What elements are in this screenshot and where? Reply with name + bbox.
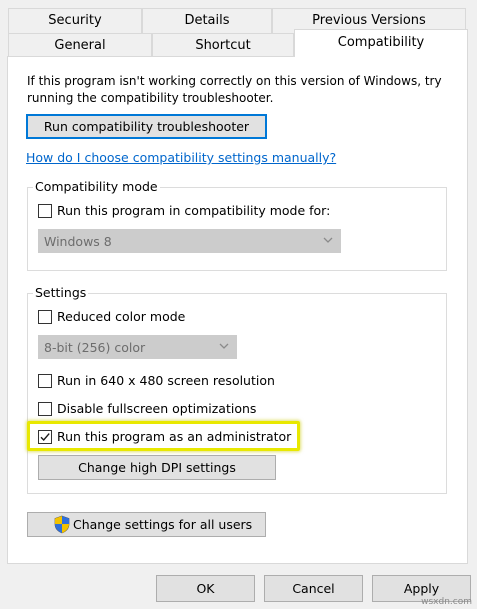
admin-label: Run this program as an administrator bbox=[57, 429, 292, 444]
reduced-color-label: Reduced color mode bbox=[57, 309, 186, 324]
tab-details[interactable]: Details bbox=[142, 8, 272, 33]
compatibility-mode-legend: Compatibility mode bbox=[33, 179, 160, 194]
tab-security[interactable]: Security bbox=[8, 8, 142, 33]
tab-previous-versions-label: Previous Versions bbox=[312, 13, 426, 28]
run-troubleshooter-button[interactable]: Run compatibility troubleshooter bbox=[26, 114, 267, 139]
settings-legend: Settings bbox=[33, 285, 89, 300]
compatibility-panel: If this program isn't working correctly … bbox=[7, 56, 468, 564]
change-dpi-button[interactable]: Change high DPI settings bbox=[38, 455, 276, 480]
tab-compatibility-label: Compatibility bbox=[337, 35, 425, 50]
change-all-users-button[interactable]: Change settings for all users bbox=[27, 512, 266, 537]
check-mark-icon bbox=[40, 433, 50, 442]
fullscreen-checkbox[interactable] bbox=[38, 402, 52, 416]
change-all-users-label: Change settings for all users bbox=[73, 517, 253, 532]
compat-mode-select[interactable]: Windows 8 bbox=[38, 229, 341, 253]
compat-mode-label: Run this program in compatibility mode f… bbox=[57, 203, 331, 218]
chevron-down-icon bbox=[219, 343, 229, 349]
run-troubleshooter-label: Run compatibility troubleshooter bbox=[43, 119, 250, 134]
tab-shortcut-label: Shortcut bbox=[195, 38, 251, 53]
admin-checkbox[interactable] bbox=[38, 430, 52, 444]
watermark: wsxdn.com bbox=[421, 597, 472, 607]
tab-general[interactable]: General bbox=[8, 33, 152, 57]
intro-text-line1: If this program isn't working correctly … bbox=[27, 74, 442, 88]
help-link[interactable]: How do I choose compatibility settings m… bbox=[26, 150, 336, 165]
uac-shield-icon bbox=[54, 515, 70, 534]
apply-label: Apply bbox=[403, 581, 440, 596]
color-mode-select[interactable]: 8-bit (256) color bbox=[38, 335, 237, 359]
change-dpi-label: Change high DPI settings bbox=[78, 460, 236, 475]
chevron-down-icon bbox=[323, 237, 333, 243]
fullscreen-label: Disable fullscreen optimizations bbox=[57, 401, 257, 416]
ok-label: OK bbox=[196, 581, 215, 596]
compat-mode-select-value: Windows 8 bbox=[44, 233, 112, 249]
tab-details-label: Details bbox=[184, 13, 230, 28]
reduced-color-checkbox[interactable] bbox=[38, 310, 52, 324]
ok-button[interactable]: OK bbox=[156, 575, 255, 602]
resolution-checkbox[interactable] bbox=[38, 374, 52, 388]
resolution-label: Run in 640 x 480 screen resolution bbox=[57, 373, 275, 388]
cancel-label: Cancel bbox=[292, 581, 335, 596]
tab-security-label: Security bbox=[48, 13, 102, 28]
cancel-button[interactable]: Cancel bbox=[264, 575, 363, 602]
intro-text-line2: running the compatibility troubleshooter… bbox=[27, 91, 274, 105]
tab-compatibility[interactable]: Compatibility bbox=[294, 29, 468, 57]
compat-mode-checkbox[interactable] bbox=[38, 204, 52, 218]
color-mode-select-value: 8-bit (256) color bbox=[44, 339, 146, 355]
tab-shortcut[interactable]: Shortcut bbox=[152, 33, 294, 57]
tab-general-label: General bbox=[54, 38, 106, 53]
